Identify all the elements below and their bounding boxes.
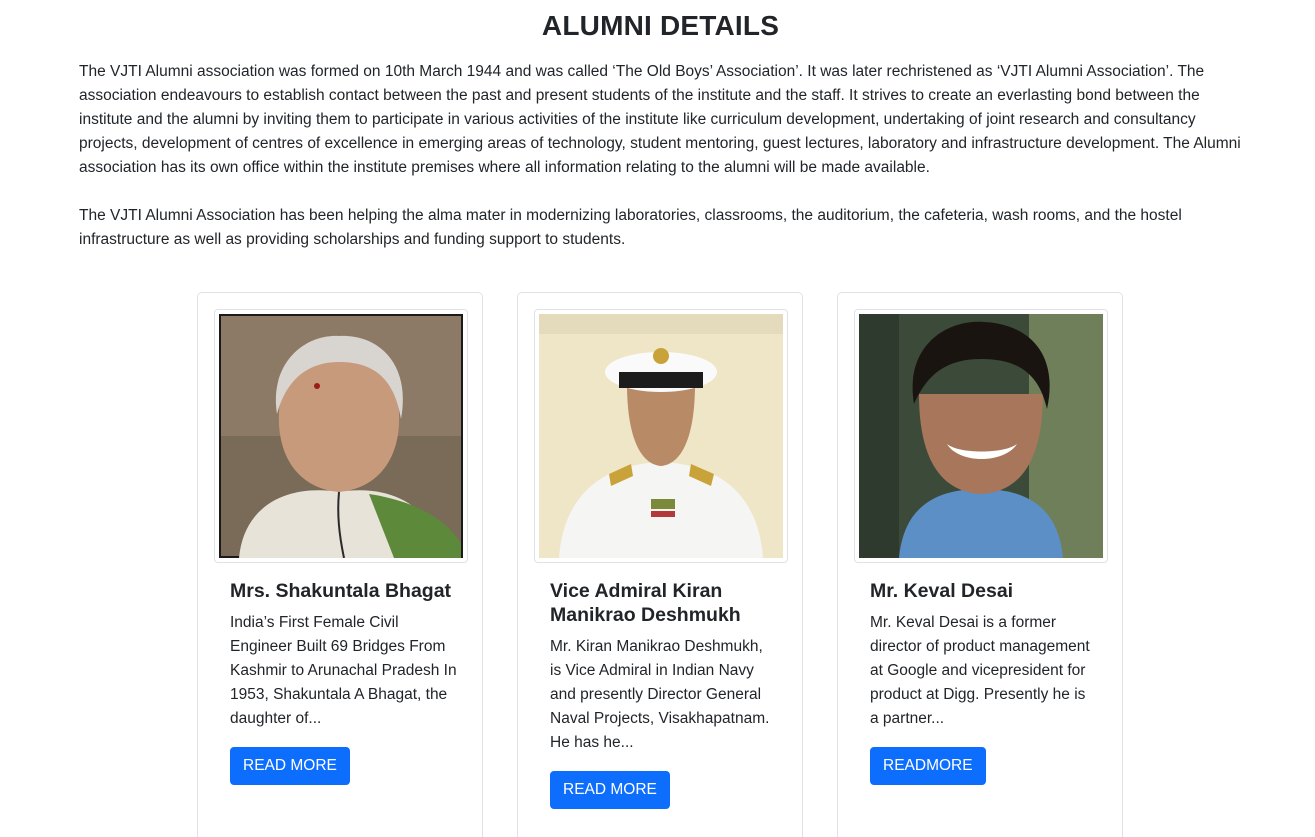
alumni-card-shakuntala-bhagat: Mrs. Shakuntala Bhagat India’s First Fem… xyxy=(197,292,483,837)
card-body: Vice Admiral Kiran Manikrao Deshmukh Mr.… xyxy=(550,579,778,809)
page-title: ALUMNI DETAILS xyxy=(541,10,780,41)
read-more-button[interactable]: READ MORE xyxy=(550,771,670,809)
alumni-card-kiran-deshmukh: Vice Admiral Kiran Manikrao Deshmukh Mr.… xyxy=(517,292,803,837)
alumni-photo-frame xyxy=(214,309,468,563)
alumni-page: ALUMNI DETAILS The VJTI Alumni associati… xyxy=(0,0,1315,837)
alumni-name: Mrs. Shakuntala Bhagat xyxy=(230,580,452,602)
intro-paragraph: The VJTI Alumni association was formed o… xyxy=(79,63,1241,176)
alumni-photo-keval-desai xyxy=(859,314,1103,558)
intro-text: The VJTI Alumni association was formed o… xyxy=(79,60,1244,276)
alumni-name: Vice Admiral Kiran Manikrao Deshmukh xyxy=(550,580,741,626)
alumni-photo-shakuntala-bhagat xyxy=(219,314,463,558)
alumni-photo-frame xyxy=(854,309,1108,563)
alumni-description: India’s First Female Civil Engineer Buil… xyxy=(230,614,457,727)
intro-paragraph: The VJTI Alumni Association has been hel… xyxy=(79,207,1182,248)
card-body: Mr. Keval Desai Mr. Keval Desai is a for… xyxy=(870,579,1098,785)
alumni-photo-frame xyxy=(534,309,788,563)
alumni-description: Mr. Kiran Manikrao Deshmukh, is Vice Adm… xyxy=(550,638,770,751)
alumni-description: Mr. Keval Desai is a former director of … xyxy=(870,614,1090,727)
card-body: Mrs. Shakuntala Bhagat India’s First Fem… xyxy=(230,579,458,785)
read-more-button[interactable]: READMORE xyxy=(870,747,986,785)
alumni-photo-kiran-deshmukh xyxy=(539,314,783,558)
read-more-button[interactable]: READ MORE xyxy=(230,747,350,785)
alumni-card-keval-desai: Mr. Keval Desai Mr. Keval Desai is a for… xyxy=(837,292,1123,837)
alumni-name: Mr. Keval Desai xyxy=(870,580,1014,602)
